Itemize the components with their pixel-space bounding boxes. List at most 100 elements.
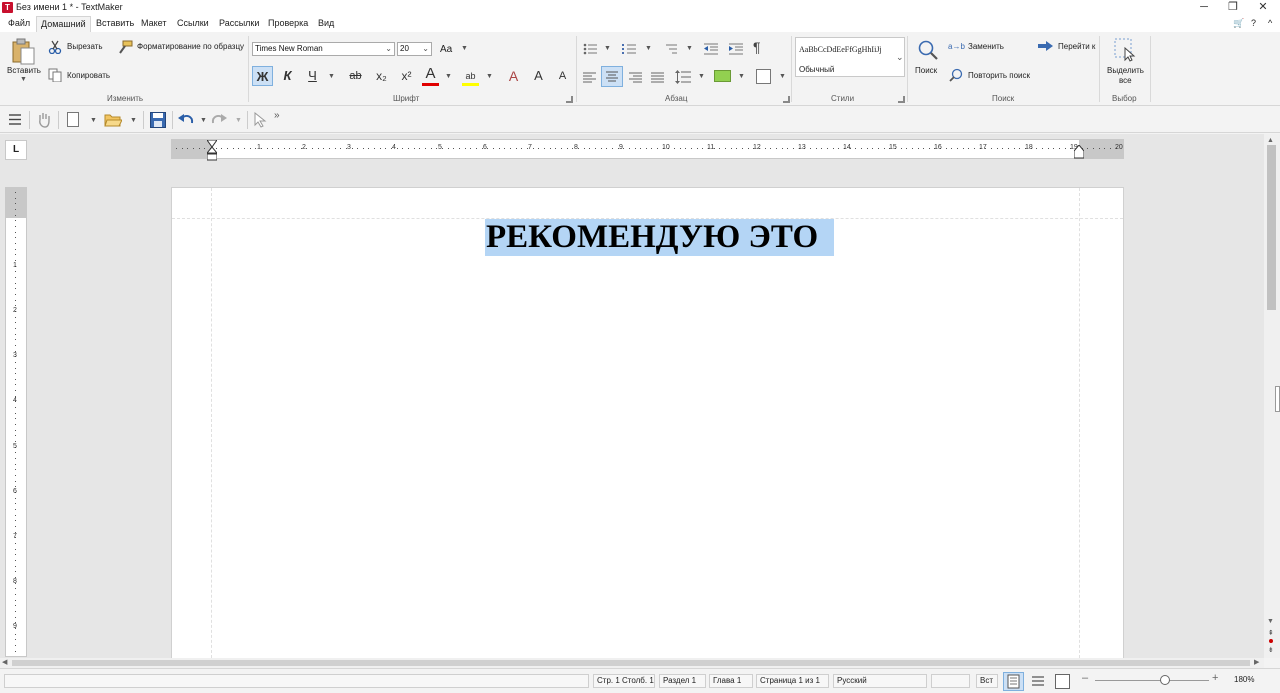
goto-button[interactable]: Перейти к [1058, 42, 1095, 51]
paragraph-dialog-launcher[interactable] [783, 96, 790, 103]
italic-button[interactable]: К [277, 66, 298, 86]
search-icon[interactable] [917, 39, 939, 61]
page-view-icon[interactable] [1055, 674, 1070, 689]
case-dropdown-icon[interactable]: ▼ [461, 45, 468, 52]
cut-button[interactable]: Вырезать [67, 42, 103, 51]
font-name-combo[interactable]: Times New Roman ⌄ [252, 42, 395, 56]
menu-mailings[interactable]: Рассылки [219, 18, 259, 28]
decrease-indent-icon[interactable] [704, 43, 718, 55]
select-pointer-icon[interactable] [254, 111, 267, 128]
search-again-icon[interactable] [949, 68, 963, 82]
replace-button[interactable]: Заменить [968, 42, 1004, 51]
menu-layout[interactable]: Макет [141, 18, 166, 28]
horizontal-scrollbar[interactable]: ◀ ▶ [0, 658, 1264, 668]
strikethrough-button[interactable]: ab [345, 66, 366, 86]
scroll-thumb[interactable] [12, 660, 1250, 666]
replace-icon[interactable]: a→b [948, 42, 965, 51]
line-spacing-icon[interactable] [675, 70, 691, 84]
hand-tool-icon[interactable] [37, 112, 51, 128]
cart-icon[interactable]: 🛒 [1233, 18, 1244, 29]
split-handle[interactable] [1275, 386, 1280, 412]
menu-insert[interactable]: Вставить [96, 18, 134, 28]
status-insert-mode[interactable]: Вст [976, 674, 998, 688]
status-chapter[interactable]: Глава 1 [709, 674, 753, 688]
align-left-icon[interactable] [583, 72, 596, 83]
indent-marker-icon[interactable] [205, 139, 219, 161]
scroll-up-icon[interactable]: ▲ [1267, 137, 1274, 144]
bullet-list-icon[interactable] [583, 43, 597, 55]
align-right-icon[interactable] [629, 72, 642, 83]
underline-dropdown-icon[interactable]: ▼ [328, 73, 335, 80]
status-section[interactable]: Раздел 1 [659, 674, 706, 688]
chevron-down-icon[interactable]: ⌄ [896, 52, 904, 63]
multilevel-dropdown-icon[interactable]: ▼ [686, 45, 693, 52]
line-spacing-dropdown-icon[interactable]: ▼ [698, 73, 705, 80]
status-page[interactable]: Страница 1 из 1 [756, 674, 829, 688]
font-dialog-launcher[interactable] [566, 96, 573, 103]
shrink-font-button[interactable]: A [552, 66, 573, 86]
styles-dialog-launcher[interactable] [898, 96, 905, 103]
menu-home[interactable]: Домашний [36, 16, 91, 32]
document-page[interactable]: РЕКОМЕНДУЮ ЭТО [171, 187, 1124, 663]
vertical-ruler[interactable]: 1 2 3 4 5 6 7 8 9 [5, 187, 27, 657]
font-size-combo[interactable]: 20 ⌄ [397, 42, 432, 56]
pilcrow-icon[interactable]: ¶ [753, 40, 761, 54]
borders-icon[interactable] [756, 69, 771, 84]
vertical-scrollbar[interactable]: ▲ ▼ ⇞ ⇟ [1264, 134, 1280, 658]
paste-button[interactable]: Вставить [7, 66, 41, 75]
format-painter-button[interactable]: Форматирование по образцу [137, 42, 244, 51]
highlight-dropdown-icon[interactable]: ▼ [486, 73, 493, 80]
status-position[interactable]: Стр. 1 Столб. 1 [593, 674, 655, 688]
browse-object-icon[interactable] [1269, 639, 1273, 643]
undo-icon[interactable] [178, 113, 194, 126]
collapse-ribbon-icon[interactable]: ^ [1268, 18, 1272, 28]
zoom-out-button[interactable]: – [1082, 672, 1088, 684]
bullet-dropdown-icon[interactable]: ▼ [604, 45, 611, 52]
hamburger-menu-icon[interactable] [9, 114, 21, 125]
restore-button[interactable]: ❐ [1219, 0, 1247, 16]
horizontal-ruler[interactable]: 1 2 3 4 5 6 7 8 9 10 11 12 13 14 15 16 1… [171, 139, 1124, 161]
open-folder-icon[interactable] [104, 113, 123, 127]
tab-stop-selector[interactable]: L [5, 140, 27, 160]
zoom-slider-track[interactable] [1095, 680, 1209, 681]
document-heading[interactable]: РЕКОМЕНДУЮ ЭТО [485, 219, 835, 256]
select-all-icon[interactable] [1114, 38, 1136, 62]
numbering-dropdown-icon[interactable]: ▼ [645, 45, 652, 52]
change-case-button[interactable]: Aa [440, 44, 452, 55]
redo-icon[interactable] [211, 113, 227, 126]
scroll-thumb[interactable] [1267, 145, 1276, 310]
shading-dropdown-icon[interactable]: ▼ [738, 73, 745, 80]
close-button[interactable]: ✕ [1249, 0, 1277, 16]
justify-icon[interactable] [651, 72, 664, 83]
style-gallery[interactable]: AaBbCcDdEeFfGgHhIiJj Обычный [795, 37, 905, 77]
scroll-down-icon[interactable]: ▼ [1267, 618, 1274, 625]
menu-view[interactable]: Вид [318, 18, 334, 28]
scissors-icon[interactable] [48, 40, 62, 55]
menu-review[interactable]: Проверка [268, 18, 308, 28]
paste-dropdown-icon[interactable]: ▼ [20, 76, 27, 83]
normal-view-button[interactable] [1003, 672, 1024, 691]
underline-button[interactable]: Ч [302, 66, 323, 86]
copy-icon[interactable] [48, 68, 62, 83]
bold-button[interactable]: Ж [252, 66, 273, 86]
undo-dropdown-icon[interactable]: ▼ [200, 117, 207, 124]
minimize-button[interactable]: ─ [1190, 0, 1218, 16]
status-language[interactable]: Русский [833, 674, 927, 688]
select-all-button[interactable]: Выделить [1107, 66, 1144, 75]
open-dropdown-icon[interactable]: ▼ [130, 117, 137, 124]
clear-format-button[interactable]: A [503, 66, 524, 86]
outline-view-icon[interactable] [1031, 675, 1045, 688]
previous-page-icon[interactable]: ⇞ [1268, 629, 1274, 637]
shading-icon[interactable] [714, 70, 731, 82]
zoom-in-button[interactable]: + [1212, 672, 1218, 684]
borders-dropdown-icon[interactable]: ▼ [779, 73, 786, 80]
next-page-icon[interactable]: ⇟ [1268, 646, 1274, 654]
copy-button[interactable]: Копировать [67, 71, 110, 80]
toolbar-overflow-icon[interactable]: » [274, 110, 280, 121]
font-color-button[interactable]: A [420, 64, 441, 84]
grow-font-button[interactable]: A [528, 66, 549, 86]
multilevel-list-icon[interactable] [663, 43, 677, 55]
scroll-left-icon[interactable]: ◀ [2, 658, 7, 666]
new-document-icon[interactable] [67, 112, 79, 127]
repeat-search-button[interactable]: Повторить поиск [968, 71, 1030, 80]
